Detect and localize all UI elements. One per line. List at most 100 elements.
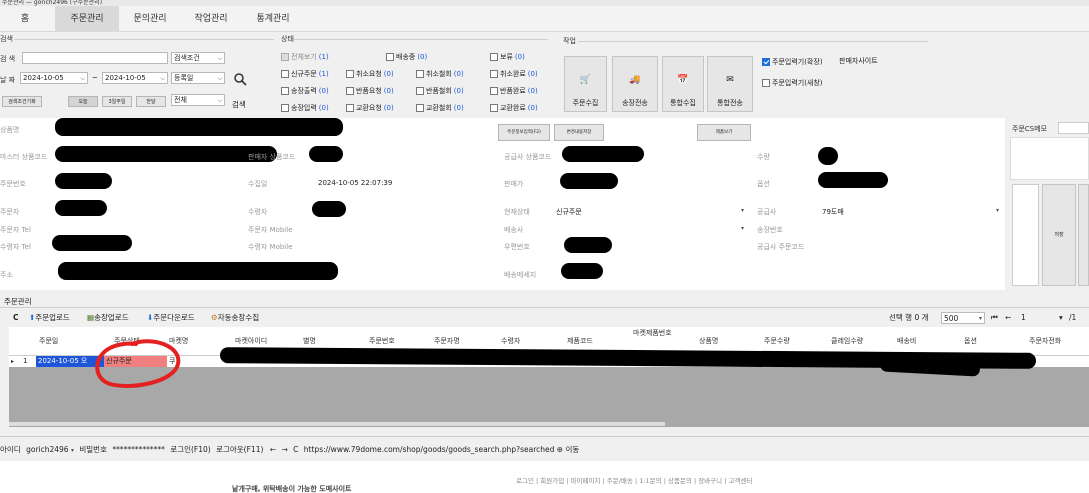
col-product-name[interactable]: 상품명 [699, 335, 718, 348]
search-input[interactable] [22, 52, 168, 64]
supplier-dropdown-icon[interactable]: ▾ [996, 207, 999, 214]
upload-invoice-button[interactable]: ▦송장업로드 [87, 311, 129, 325]
today-button[interactable]: 오늘 [68, 96, 98, 107]
site-link[interactable]: 1:1문의 [639, 477, 661, 485]
first-page-icon[interactable]: ⏮ [991, 311, 998, 325]
date-to-input[interactable]: 2024-10-05 ⌵ [102, 72, 168, 84]
auto-invoice-button[interactable]: ⚙자동송장수집 [211, 311, 259, 325]
order-input-new-option[interactable]: 주문입력기(새창) [762, 78, 823, 88]
menu-task[interactable]: 작업관리 [184, 6, 238, 32]
search-condition-select[interactable]: 검색조건 ⌵ [171, 52, 225, 64]
search-icon[interactable] [233, 72, 253, 90]
status-filter-label: 반품완료 [500, 87, 526, 95]
reset-search-button[interactable]: 검색조건기화 [2, 96, 42, 107]
date-from-input[interactable]: 2024-10-05 ⌵ [20, 72, 88, 84]
status-filter-item[interactable]: 교환완료 (0) [490, 103, 538, 113]
status-filter-item[interactable]: 반품완료 (0) [490, 86, 538, 96]
view-product-button[interactable]: 제품보기 [697, 124, 751, 141]
col-nickname[interactable]: 별명 [303, 335, 316, 348]
order-input-expand-option[interactable]: 주문입력기(확장) [762, 57, 823, 67]
date-type-select[interactable]: 등록일 ⌵ [171, 72, 225, 84]
grid-tab[interactable]: 주문관리 [4, 296, 32, 307]
col-ship-fee[interactable]: 배송비 [897, 335, 916, 348]
cs-memo-tab[interactable] [1058, 122, 1089, 134]
forward-icon[interactable]: → [281, 445, 287, 454]
page-size-select[interactable]: 500 ▾ [941, 312, 985, 324]
save-order-info-button[interactable]: 주문정보입력(F2) [498, 124, 550, 141]
site-link[interactable]: 고객센터 [728, 477, 752, 485]
col-product-code[interactable]: 제품코드 [567, 335, 593, 348]
grid-horizontal-scrollbar[interactable] [9, 422, 665, 426]
chevron-down-icon: ⌵ [160, 75, 165, 82]
status-filter-item[interactable]: 신규주문 (1) [281, 69, 329, 79]
status-filter-item[interactable]: 반품철회 (0) [416, 86, 464, 96]
col-order-qty[interactable]: 주문수량 [764, 335, 790, 348]
col-order-date[interactable]: 주문일 [39, 335, 58, 348]
courier-dropdown-icon[interactable]: ▾ [741, 225, 744, 232]
recipient-tel-label: 수령자 Tel [0, 243, 31, 251]
status-filter-item[interactable]: 취소철회 (0) [416, 69, 464, 79]
redacted-address [58, 262, 338, 280]
status-filter-item[interactable]: 보류 (0) [490, 52, 525, 62]
col-recipient[interactable]: 수령자 [501, 335, 520, 348]
page-dropdown-icon[interactable]: ▾ [1059, 311, 1063, 325]
col-orderer-phone[interactable]: 주문자전화 [1029, 335, 1061, 348]
menu-inquiry[interactable]: 문의관리 [124, 6, 176, 32]
logout-button[interactable]: 로그아웃(F11) [216, 445, 263, 454]
status-filter-item[interactable]: 교환철회 (0) [416, 103, 464, 113]
status-filter-item[interactable]: 전체보기 (1) [281, 52, 329, 62]
month-button[interactable]: 한달 [136, 96, 166, 107]
sell-price-label: 판매가 [504, 180, 524, 188]
back-icon[interactable]: ← [270, 445, 276, 454]
refresh-icon[interactable]: C [13, 311, 19, 325]
reload-icon[interactable]: C [293, 445, 298, 454]
week-button[interactable]: 3일주일 [102, 96, 132, 107]
col-option[interactable]: 옵션 [964, 335, 977, 348]
site-link[interactable]: 장바구니 [698, 477, 722, 485]
cs-memo-extra-button[interactable] [1078, 184, 1089, 286]
cs-memo-input[interactable] [1010, 137, 1089, 180]
send-invoice-button[interactable]: 🚚 송장전송 [612, 56, 658, 112]
search-button[interactable]: 검색 [232, 99, 246, 110]
row-indicator-icon: ▸ [11, 358, 15, 365]
menu-stats[interactable]: 통계관리 [246, 6, 300, 32]
status-filter-item[interactable]: 취소요청 (0) [346, 69, 394, 79]
status-filter-item[interactable]: 취소완료 (0) [490, 69, 538, 79]
filter-select[interactable]: 전체 ⌵ [171, 94, 225, 106]
col-market-id[interactable]: 마켓아이디 [235, 335, 267, 348]
page-number[interactable]: 1 [1021, 311, 1026, 325]
go-button[interactable]: 이동 [565, 445, 579, 454]
status-filter-item[interactable]: 송장입력 (0) [281, 103, 329, 113]
site-link[interactable]: 주문/배송 [607, 477, 633, 485]
status-filter-item[interactable]: 배송중 (0) [386, 52, 427, 62]
save-changes-button[interactable]: 변경내용저장 [554, 124, 604, 141]
status-dropdown-icon[interactable]: ▾ [741, 207, 744, 214]
login-button[interactable]: 로그인(F10) [170, 445, 210, 454]
collect-order-button[interactable]: 🛒 주문수집 [564, 56, 607, 112]
cs-memo-save-button[interactable]: 저장 [1042, 184, 1076, 286]
order-input-expand-label: 주문입력기(확장) [772, 58, 823, 66]
id-dropdown-icon[interactable]: ▾ [71, 447, 74, 454]
col-order-number[interactable]: 주문번호 [369, 335, 395, 348]
site-link[interactable]: 회원가입 [540, 477, 564, 485]
prev-page-icon[interactable]: ← [1005, 311, 1011, 325]
status-filter-item[interactable]: 반품요청 (0) [346, 86, 394, 96]
password-input[interactable]: ************** [112, 445, 165, 454]
site-link[interactable]: 상품문의 [668, 477, 692, 485]
status-filter-item[interactable]: 송장출력 (0) [281, 86, 329, 96]
status-filter-item[interactable]: 교환요청 (0) [346, 103, 394, 113]
site-link[interactable]: 마이페이지 [571, 477, 601, 485]
upload-order-button[interactable]: ⬆주문업로드 [29, 311, 70, 325]
integrated-collect-button[interactable]: 📅 통합수집 [662, 56, 704, 112]
menu-order[interactable]: 주문관리 [55, 6, 119, 32]
col-orderer-name[interactable]: 주문자명 [434, 335, 460, 348]
site-link[interactable]: 로그인 [516, 477, 534, 485]
id-input[interactable]: gorich2496 [26, 445, 68, 454]
download-order-button[interactable]: ⬇주문다운로드 [147, 311, 195, 325]
invoice-label: 송장번호 [757, 226, 783, 234]
integrated-send-button[interactable]: ✉ 통합전송 [707, 56, 753, 112]
col-claim-qty[interactable]: 클레임수량 [831, 335, 863, 348]
url-input[interactable]: https://www.79dome.com/shop/goods/goods_… [304, 445, 555, 454]
col-market-product-no[interactable]: 마켓제품번호 [633, 329, 677, 338]
menu-home[interactable]: 홈 [0, 6, 50, 32]
